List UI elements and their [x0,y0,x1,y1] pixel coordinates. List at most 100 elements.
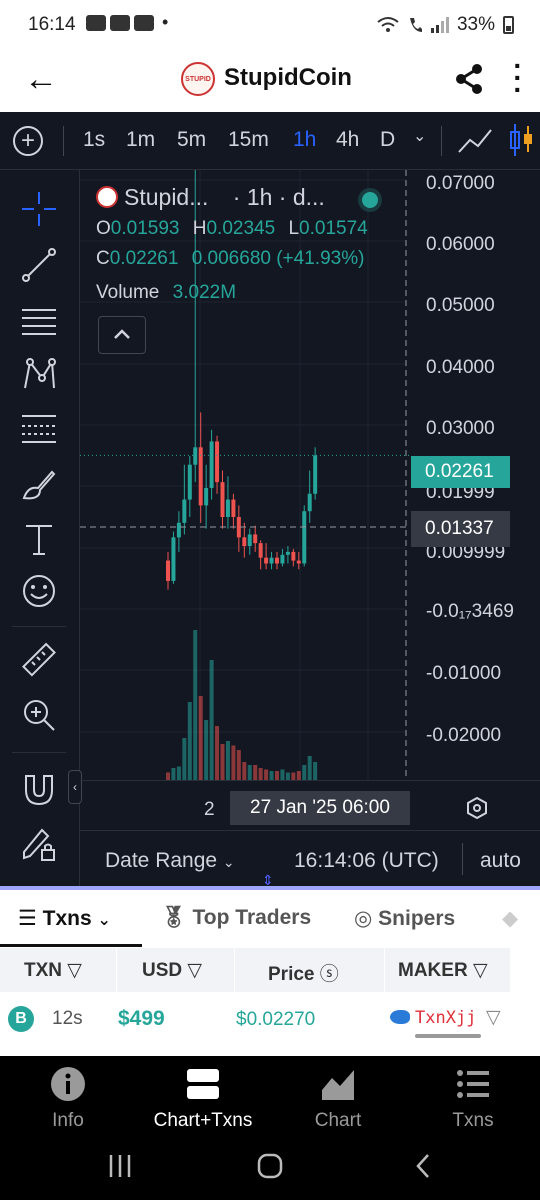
panel-tabs: ☰ Txns ⌄ 🏅︎ Top Traders ◎ Snipers ◆ [0,890,540,948]
zoom-in-icon[interactable] [20,696,58,734]
volume-bar [242,762,247,780]
more-menu-icon[interactable]: · · · [510,52,526,104]
status-time: 16:14 [28,14,76,35]
price-axis-label: 0.05000 [426,295,495,316]
price-axis-label: -0.01000 [426,663,501,684]
column-maker[interactable]: MAKER ▽ [398,959,488,982]
table-row[interactable]: B 12s $499 $0.02270 TxnXjj ▽ [0,992,510,1048]
tab-snipers[interactable]: ◎ Snipers [354,906,455,931]
back-nav-icon[interactable] [410,1152,438,1180]
timeframe-1h[interactable]: 1h [293,128,316,152]
volume-bar [307,756,312,780]
nav-chart-txns[interactable]: Chart+Txns [143,1066,263,1132]
high-value: 0.02345 [206,218,276,239]
chart-settings-icon[interactable] [466,797,488,819]
candle-body [231,499,236,518]
legend-volume: Volume 3.022M [96,282,406,312]
brush-icon[interactable] [20,466,58,504]
volume-bar [264,769,269,780]
ruler-icon[interactable] [20,642,58,680]
timeframe-1s[interactable]: 1s [83,128,105,152]
status-right: 33% [377,14,514,36]
close-value: 0.02261 [109,248,179,269]
home-icon[interactable] [256,1152,284,1180]
tab-top-traders[interactable]: 🏅︎ Top Traders [160,906,311,930]
volume-bar [166,772,170,780]
volume-bar [204,720,209,780]
timeframe-d[interactable]: D [380,128,395,152]
utc-clock[interactable]: 16:14:06 (UTC) [294,849,439,873]
line-chart-icon[interactable] [458,128,492,154]
time-axis[interactable]: 2 27 Jan '25 06:00 [80,780,540,830]
timeframe-5m[interactable]: 5m [177,128,206,152]
emoji-icon[interactable] [20,572,58,610]
add-indicator-button[interactable]: + [13,126,43,156]
price-axis-label: 0.07000 [426,173,495,194]
nav-chart[interactable]: Chart [278,1066,398,1132]
pattern-icon[interactable] [20,356,58,394]
horizontal-lines-icon[interactable] [20,302,58,340]
magnet-icon[interactable] [20,770,58,808]
symbol-logo [96,186,118,208]
wifi-icon [377,17,399,32]
timeframe-1m[interactable]: 1m [126,128,155,152]
crosshair-price-tag: 0.01337 [411,511,510,547]
volume-bar [215,726,220,780]
txn-maker[interactable]: TxnXjj [415,1008,476,1028]
chart-legend: Stupid... · 1h · d... O0.01593 H0.02345 … [96,184,406,312]
timeframe-15m[interactable]: 15m [228,128,269,152]
candle-body [220,482,225,518]
resize-arrows-icon[interactable]: ⇕ [262,872,274,889]
system-navigation [0,1140,540,1200]
candle-body [247,534,252,547]
filter-icon[interactable]: ▽ [187,960,202,981]
price-axis-label: 0.04000 [426,357,495,378]
candle-body [166,560,170,581]
tools-divider [12,752,66,753]
recent-apps-icon[interactable] [106,1152,134,1180]
transactions-panel: ⇕ ☰ Txns ⌄ 🏅︎ Top Traders ◎ Snipers ◆ TX… [0,872,540,1056]
column-usd[interactable]: USD ▽ [142,959,202,982]
status-dot: • [162,12,169,32]
candle-body [275,557,279,564]
tab-txns[interactable]: ☰ Txns ⌄ [18,906,111,931]
legend-symbol[interactable]: Stupid... [124,184,208,210]
date-range-button[interactable]: Date Range ⌄ [105,849,235,873]
share-icon[interactable] [452,62,486,96]
call-icon [409,18,422,32]
filter-icon[interactable]: ▽ [67,960,82,981]
nav-info-label: Info [52,1110,84,1131]
toolbar-divider [63,126,64,156]
volume-bar [171,768,176,780]
diamond-icon[interactable]: ◆ [502,906,518,931]
nav-txns[interactable]: Txns [413,1066,533,1132]
candle-body [182,499,187,523]
auto-scale-toggle[interactable]: auto [480,849,521,873]
column-divider [384,948,385,992]
crosshair-icon[interactable] [20,190,58,228]
volume-bars [166,630,318,780]
candle-body [209,441,214,488]
filter-icon[interactable]: ▽ [473,960,488,981]
fib-retracement-icon[interactable] [20,410,58,448]
filter-icon[interactable]: ▽ [486,1006,501,1029]
lock-drawing-icon[interactable] [20,824,58,862]
candle-body [302,511,307,564]
volume-bar [313,762,318,780]
text-icon[interactable] [20,520,58,558]
column-txn[interactable]: TXN ▽ [24,959,82,982]
volume-bar [209,660,214,780]
column-price[interactable]: Price ⓢ [268,959,339,986]
nav-info[interactable]: Info [8,1066,128,1132]
volume-bar [220,744,225,780]
chevron-down-icon[interactable]: ⌄ [413,126,426,146]
collapse-legend-button[interactable] [98,316,146,354]
candle-body [313,455,318,494]
currency-toggle-icon[interactable]: ⓢ [320,964,339,985]
volume-bar [296,771,301,780]
timeframe-4h[interactable]: 4h [336,128,359,152]
candle-chart-icon[interactable] [508,122,534,158]
trend-line-icon[interactable] [20,246,58,284]
target-icon: ◎ [354,907,373,930]
back-arrow-icon[interactable]: ← [24,60,58,99]
